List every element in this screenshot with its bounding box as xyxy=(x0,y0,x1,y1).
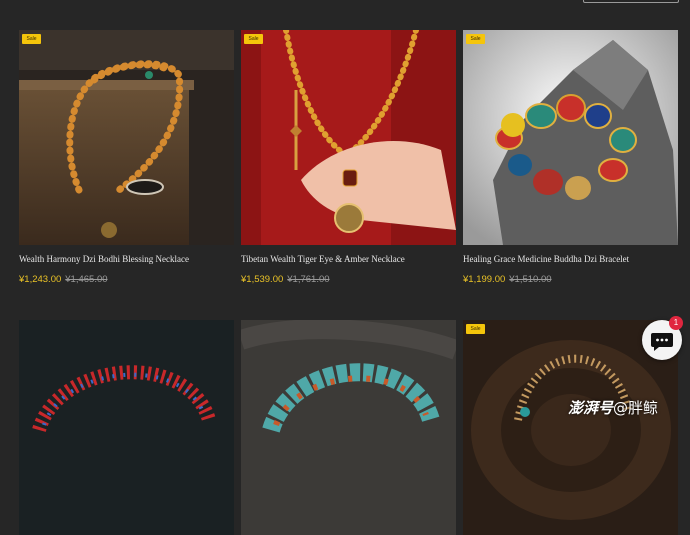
watermark-handle: @胖鲸 xyxy=(613,399,659,417)
product-price: ¥1,243.00 xyxy=(19,274,62,285)
product-compare-price: ¥1,510.00 xyxy=(509,274,552,285)
sale-badge: Sale xyxy=(244,34,263,44)
watermark: 澎湃号@胖鲸 xyxy=(568,397,658,418)
product-compare-price: ¥1,761.00 xyxy=(287,274,330,285)
product-image[interactable] xyxy=(241,320,456,535)
sale-badge: Sale xyxy=(466,324,485,334)
top-select-box[interactable] xyxy=(583,0,679,3)
product-prices: ¥1,539.00 ¥1,761.00 xyxy=(241,274,330,285)
product-prices: ¥1,199.00 ¥1,510.00 xyxy=(463,274,552,285)
chat-unread-badge: 1 xyxy=(669,316,683,330)
watermark-brand: 澎湃号 xyxy=(568,399,614,417)
product-title[interactable]: Wealth Harmony Dzi Bodhi Blessing Neckla… xyxy=(19,254,249,264)
product-prices: ¥1,243.00 ¥1,465.00 xyxy=(19,274,108,285)
product-image[interactable]: Sale xyxy=(241,30,456,245)
product-image[interactable] xyxy=(19,320,234,535)
product-title[interactable]: Healing Grace Medicine Buddha Dzi Bracel… xyxy=(463,254,690,264)
product-image[interactable]: Sale xyxy=(19,30,234,245)
product-title[interactable]: Tibetan Wealth Tiger Eye & Amber Necklac… xyxy=(241,254,471,264)
sale-badge: Sale xyxy=(22,34,41,44)
sale-badge: Sale xyxy=(466,34,485,44)
product-image[interactable]: Sale xyxy=(463,30,678,245)
product-price: ¥1,199.00 xyxy=(463,274,506,285)
product-compare-price: ¥1,465.00 xyxy=(65,274,108,285)
product-price: ¥1,539.00 xyxy=(241,274,284,285)
